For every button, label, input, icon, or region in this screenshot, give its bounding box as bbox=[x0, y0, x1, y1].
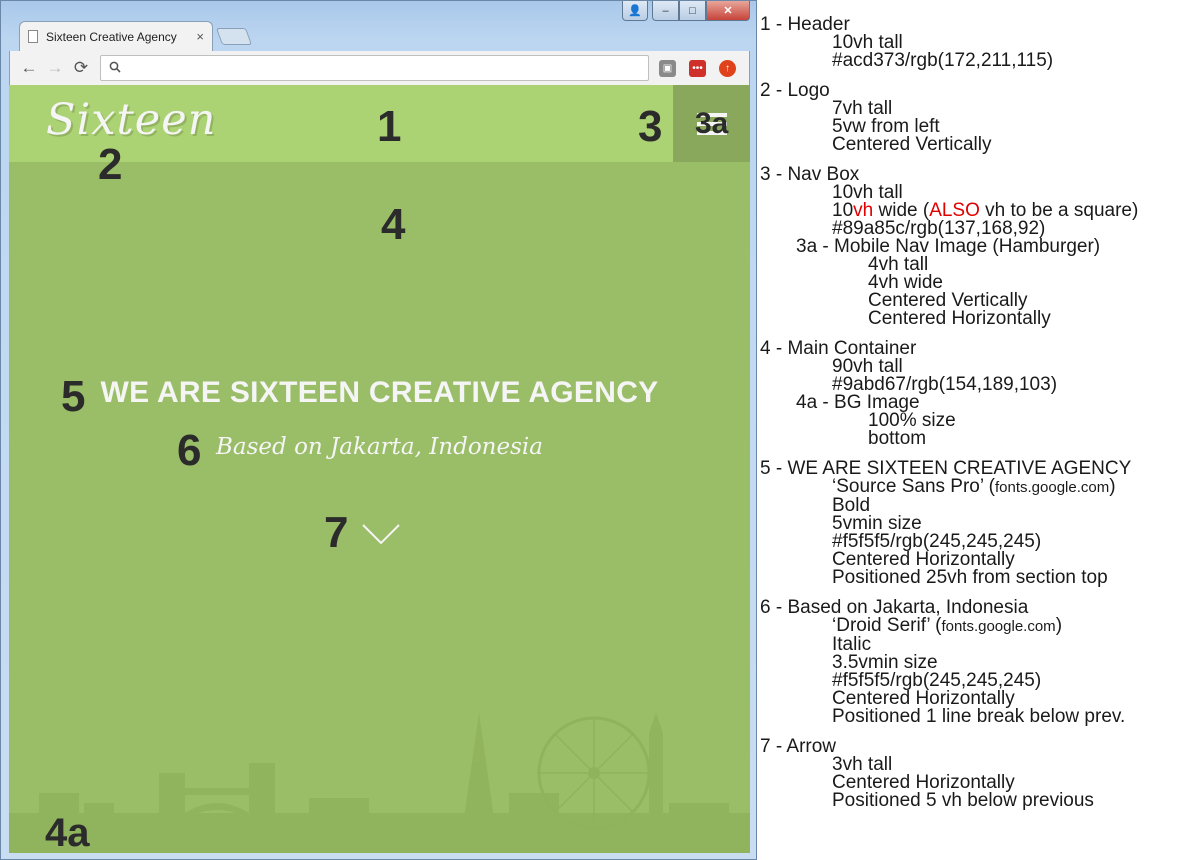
note-header: 1 - Header 10vh tall #acd373/rgb(172,211… bbox=[760, 14, 1198, 71]
browser-window: 👤 – □ ✕ Sixteen Creative Agency × ← → ⟳ … bbox=[0, 0, 757, 860]
note-line: Positioned 25vh from section top bbox=[832, 567, 1108, 588]
note-text: ‘Source Sans Pro’ ( bbox=[832, 476, 995, 497]
spec-notes: 1 - Header 10vh tall #acd373/rgb(172,211… bbox=[760, 14, 1198, 822]
user-profile-button[interactable]: 👤 bbox=[622, 1, 648, 21]
note-subline: bottom bbox=[868, 428, 927, 449]
back-icon[interactable]: ← bbox=[16, 58, 42, 78]
note-title: 3 - Nav Box bbox=[760, 164, 860, 185]
note-line: #acd373/rgb(172,211,115) bbox=[832, 50, 1054, 71]
tab-close-icon[interactable]: × bbox=[196, 29, 204, 44]
note-title: 6 - Based on Jakarta, Indonesia bbox=[760, 597, 1029, 618]
note-line: Italic bbox=[832, 634, 872, 655]
note-line: ‘Droid Serif’ (fonts.google.com) bbox=[760, 615, 1198, 636]
note-navbox: 3 - Nav Box 10vh tall 10vh wide (ALSO vh… bbox=[760, 164, 1198, 329]
note-subtitle: 3a - Mobile Nav Image (Hamburger) bbox=[796, 236, 1101, 257]
window-controls: 👤 – □ ✕ bbox=[622, 1, 750, 21]
lastpass-icon[interactable]: ••• bbox=[689, 59, 706, 77]
hero-headline: WE ARE SIXTEEN CREATIVE AGENCY bbox=[100, 376, 659, 409]
note-text: ‘Droid Serif’ ( bbox=[832, 615, 942, 636]
marker-4: 4 bbox=[381, 200, 406, 249]
note-small: fonts.google.com bbox=[941, 618, 1056, 635]
search-icon bbox=[109, 61, 121, 76]
note-title: 1 - Header bbox=[760, 14, 850, 35]
marker-3: 3 bbox=[638, 102, 663, 151]
minimize-button[interactable]: – bbox=[652, 1, 679, 21]
note-text: ) bbox=[1055, 615, 1063, 636]
note-subline: Centered Horizontally bbox=[868, 308, 1051, 329]
address-bar[interactable] bbox=[100, 55, 649, 81]
note-subline: 6 - Based on Jakarta, Indonesia ‘Droid S… bbox=[760, 597, 1198, 727]
marker-5: 5 bbox=[61, 372, 86, 421]
browser-toolbar: ← → ⟳ ▣ ••• ↑ bbox=[9, 51, 750, 85]
marker-1: 1 bbox=[377, 102, 402, 151]
note-subline: 100% size bbox=[868, 410, 956, 431]
marker-7: 7 bbox=[324, 508, 349, 557]
marker-4a: 4a bbox=[45, 811, 90, 853]
note-line: Positioned 5 vh below previous bbox=[832, 790, 1094, 811]
note-line: Centered Vertically bbox=[832, 134, 992, 155]
extension-icon[interactable]: ▣ bbox=[659, 59, 676, 77]
note-line: 7vh tall bbox=[832, 98, 893, 119]
note-subline: 4vh tall bbox=[868, 254, 929, 275]
page-viewport: Sixteen WE ARE SIXTEEN CREATIVE AGENCY B… bbox=[9, 85, 750, 853]
main-container: WE ARE SIXTEEN CREATIVE AGENCY Based on … bbox=[9, 162, 750, 853]
new-tab-button[interactable] bbox=[215, 28, 253, 45]
page-icon bbox=[28, 30, 38, 43]
hero-subline: Based on Jakarta, Indonesia bbox=[216, 434, 543, 460]
note-text: ) bbox=[1109, 476, 1116, 497]
note-line: Positioned 1 line break below prev. bbox=[832, 706, 1126, 727]
tab-title: Sixteen Creative Agency bbox=[46, 29, 177, 44]
note-main: 4 - Main Container 90vh tall #9abd67/rgb… bbox=[760, 338, 1198, 449]
note-subtitle: 4a - BG Image bbox=[796, 392, 920, 413]
browser-tab[interactable]: Sixteen Creative Agency × bbox=[19, 21, 213, 51]
close-window-button[interactable]: ✕ bbox=[706, 1, 750, 21]
skyline-background bbox=[9, 713, 750, 853]
note-title: 4 - Main Container bbox=[760, 338, 917, 359]
note-line: Bold bbox=[832, 495, 871, 516]
marker-3a: 3a bbox=[695, 107, 729, 140]
note-small: fonts.google.com bbox=[994, 479, 1110, 496]
maximize-button[interactable]: □ bbox=[679, 1, 706, 21]
note-title: 2 - Logo bbox=[760, 80, 830, 101]
forward-icon[interactable]: → bbox=[42, 58, 68, 78]
site-logo[interactable]: Sixteen bbox=[46, 95, 216, 145]
reload-icon[interactable]: ⟳ bbox=[68, 58, 94, 78]
note-headline: 5 - WE ARE SIXTEEN CREATIVE AGENCY ‘Sour… bbox=[760, 459, 1198, 588]
upload-icon[interactable]: ↑ bbox=[719, 59, 736, 77]
note-arrow: 7 - Arrow 3vh tall Centered Horizontally… bbox=[760, 736, 1198, 811]
marker-2: 2 bbox=[98, 140, 123, 189]
chevron-down-icon[interactable] bbox=[361, 522, 401, 546]
marker-6: 6 bbox=[177, 426, 202, 475]
note-logo: 2 - Logo 7vh tall 5vw from left Centered… bbox=[760, 80, 1198, 155]
note-line: ‘Source Sans Pro’ (fonts.google.com) bbox=[760, 476, 1198, 497]
note-title: 7 - Arrow bbox=[760, 736, 837, 757]
